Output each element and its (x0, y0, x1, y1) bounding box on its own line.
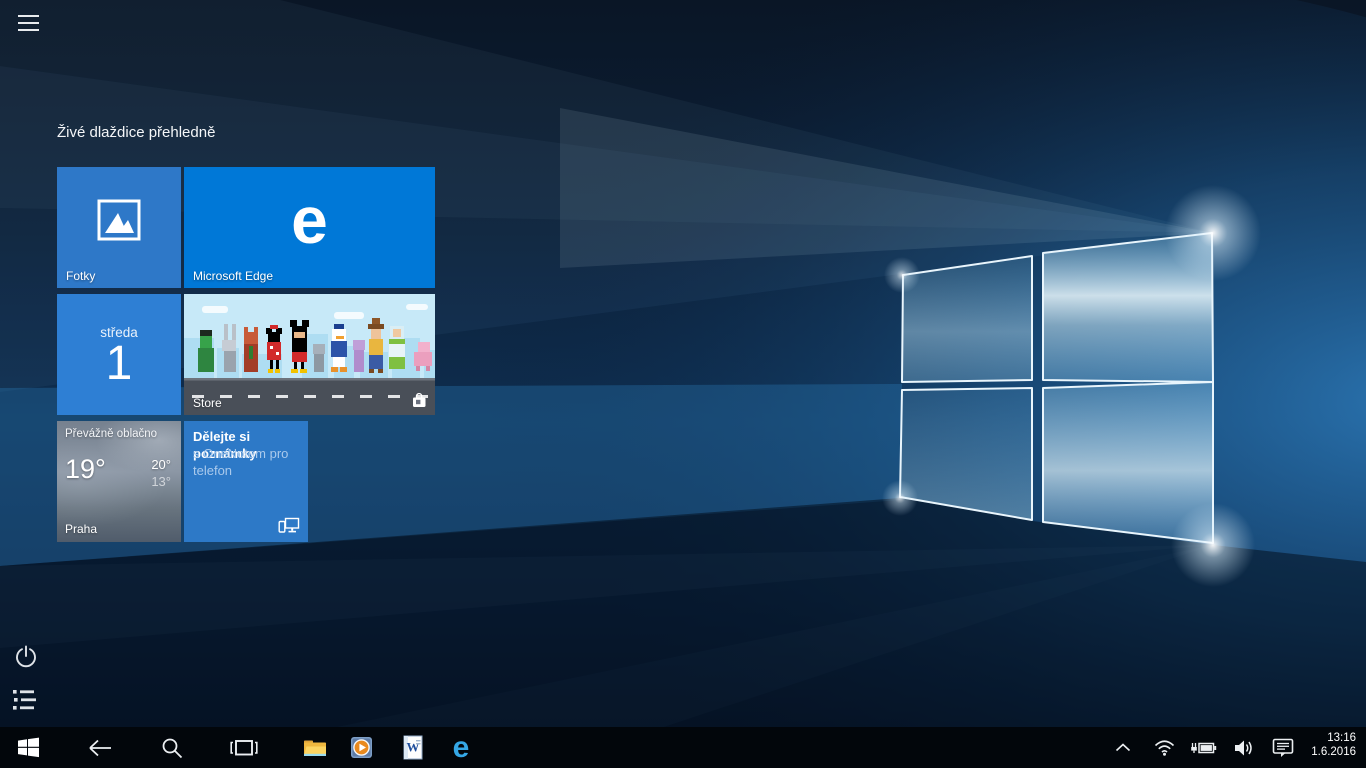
photos-icon (96, 198, 142, 242)
start-button[interactable] (8, 727, 48, 768)
media-player-icon (350, 736, 373, 759)
clock-date: 1.6.2016 (1296, 746, 1356, 760)
tile-weather[interactable]: Převážně oblačno 19° 20° 13° Praha (57, 421, 181, 542)
battery-button[interactable] (1186, 727, 1220, 768)
weather-high: 20° (151, 457, 171, 472)
power-button[interactable] (14, 645, 40, 671)
tile-group-title: Živé dlaždice přehledně (57, 124, 215, 141)
clock-time: 13:16 (1296, 732, 1356, 746)
task-view-button[interactable] (224, 727, 264, 768)
file-explorer-icon (303, 738, 327, 758)
calendar-day-number: 1 (57, 340, 181, 388)
weather-condition: Převážně oblačno (65, 428, 157, 440)
windows-logo-icon (18, 737, 39, 758)
tile-calendar[interactable]: středa 1 (57, 294, 181, 415)
wifi-button[interactable] (1147, 727, 1181, 768)
devices-icon (278, 517, 300, 534)
back-button[interactable] (80, 727, 120, 768)
svg-text:W: W (407, 740, 420, 755)
start-menu-hamburger-button[interactable] (16, 13, 42, 35)
weather-city: Praha (65, 522, 97, 536)
file-explorer-button[interactable] (295, 727, 335, 768)
taskbar-clock[interactable]: 13:16 1.6.2016 (1296, 732, 1362, 759)
word-button[interactable]: W (393, 727, 433, 768)
tile-store[interactable]: Store (184, 294, 435, 415)
edge-logo-icon: e (453, 733, 470, 763)
show-hidden-icons-button[interactable] (1106, 727, 1140, 768)
search-icon (161, 737, 183, 759)
windows10-start-screen: Živé dlaždice přehledně Fotky e Microsof… (0, 0, 1366, 768)
media-player-button[interactable] (341, 727, 381, 768)
store-bag-icon (411, 393, 427, 408)
tile-label: Microsoft Edge (193, 269, 273, 283)
search-button[interactable] (152, 727, 192, 768)
tile-photos[interactable]: Fotky (57, 167, 181, 288)
word-icon: W (402, 735, 424, 760)
onenote-subtitle: s OneNotem pro telefon (193, 446, 298, 480)
weather-low: 13° (151, 474, 171, 489)
volume-button[interactable] (1226, 727, 1260, 768)
power-icon (14, 645, 38, 669)
tile-microsoft-edge[interactable]: e Microsoft Edge (184, 167, 435, 288)
all-apps-button[interactable] (13, 689, 39, 713)
tile-onenote[interactable]: Dělejte si poznámky s OneNotem pro telef… (184, 421, 308, 542)
task-view-icon (230, 737, 258, 759)
all-apps-icon (13, 689, 39, 711)
action-center-icon (1272, 738, 1294, 758)
battery-charging-icon (1190, 741, 1217, 755)
action-center-button[interactable] (1266, 727, 1300, 768)
tile-label: Fotky (66, 269, 95, 283)
chevron-up-icon (1115, 743, 1131, 752)
speaker-icon (1233, 739, 1254, 757)
tile-label: Store (193, 396, 222, 410)
taskbar: W e (0, 727, 1366, 768)
back-arrow-icon (87, 738, 113, 758)
hamburger-icon (18, 15, 39, 17)
wifi-icon (1154, 739, 1175, 756)
weather-temperature: 19° (65, 454, 106, 485)
edge-taskbar-button[interactable]: e (441, 727, 481, 768)
edge-logo-icon: e (184, 175, 435, 264)
